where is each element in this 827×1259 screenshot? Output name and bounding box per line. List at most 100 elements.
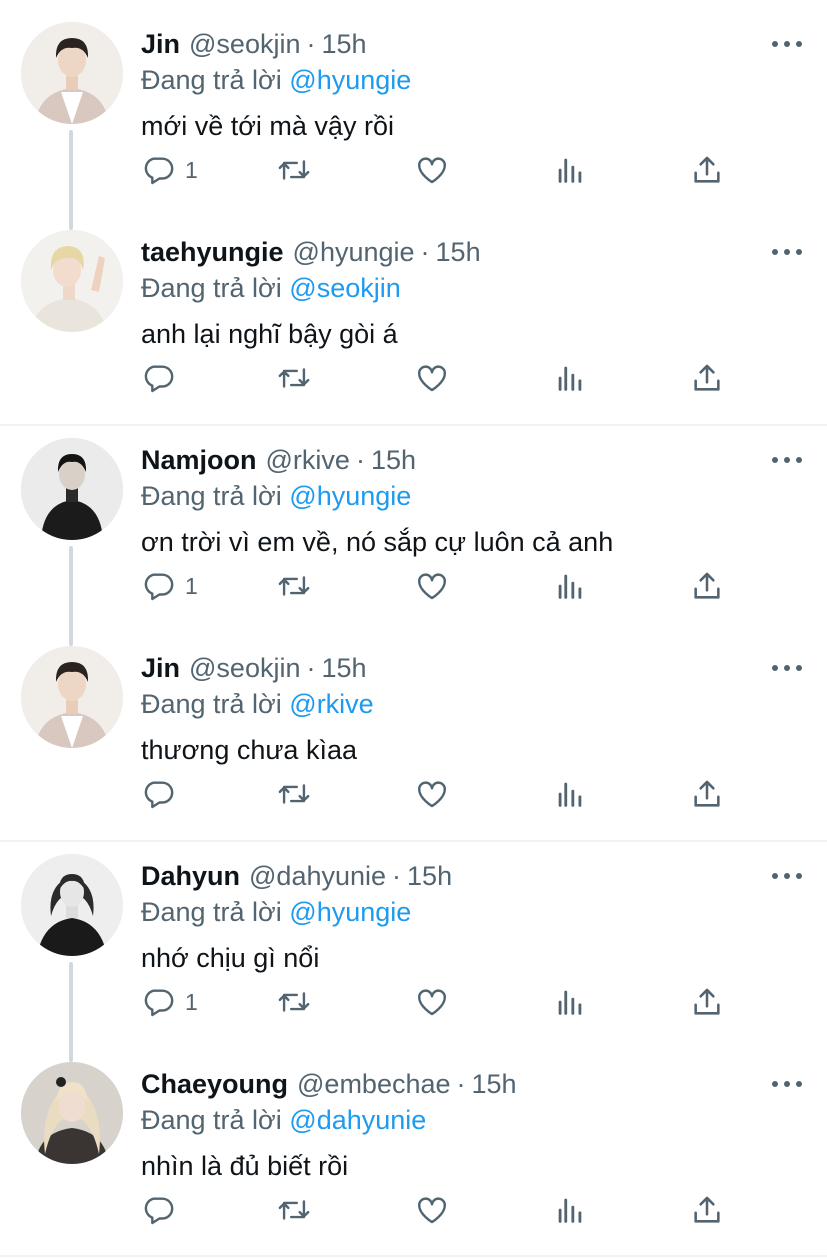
display-name[interactable]: Jin — [141, 29, 180, 59]
separator-dot: · — [306, 653, 316, 683]
timestamp[interactable]: 15h — [436, 237, 481, 267]
timestamp[interactable]: 15h — [371, 445, 416, 475]
display-name[interactable]: Dahyun — [141, 861, 240, 891]
tweet-actions — [0, 1185, 827, 1235]
timestamp[interactable]: 15h — [407, 861, 452, 891]
tweet[interactable]: Jin @seokjin · 15h Đang trả lời @hyungie mớ… — [0, 0, 827, 230]
mention-link[interactable]: @seokjin — [289, 273, 400, 303]
timestamp[interactable]: 15h — [321, 653, 366, 683]
like-button[interactable] — [415, 353, 449, 403]
separator-dot: · — [306, 29, 316, 59]
reply-button[interactable]: 1 — [141, 145, 198, 195]
analytics-button[interactable] — [553, 145, 587, 195]
share-icon — [694, 1196, 720, 1223]
analytics-button[interactable] — [553, 561, 587, 611]
tweet-text: mới về tới mà vậy rồi — [141, 111, 394, 141]
user-handle[interactable]: @hyungie — [293, 237, 415, 267]
like-button[interactable] — [415, 145, 449, 195]
mention-link[interactable]: @rkive — [289, 689, 373, 719]
tweet[interactable]: Chaeyoung @embechae · 15h Đang trả lời @dah… — [0, 1040, 827, 1248]
retweet-button[interactable] — [277, 769, 311, 819]
bar-chart-icon — [558, 574, 582, 599]
more-options-icon[interactable] — [772, 34, 802, 54]
like-button[interactable] — [415, 769, 449, 819]
replying-to-label: Đang trả lời — [141, 897, 282, 927]
tweet[interactable]: Dahyun @dahyunie · 15h Đang trả lời @hyungi… — [0, 832, 827, 1062]
share-icon — [694, 780, 720, 807]
retweet-button[interactable] — [277, 145, 311, 195]
display-name[interactable]: Chaeyoung — [141, 1069, 288, 1099]
tweet-header: Namjoon @rkive · 15h — [141, 442, 416, 478]
bar-chart-icon — [558, 158, 582, 183]
more-options-icon[interactable] — [772, 866, 802, 886]
user-handle[interactable]: @rkive — [266, 445, 350, 475]
display-name[interactable]: Jin — [141, 653, 180, 683]
heart-icon — [418, 157, 446, 184]
reply-icon — [144, 573, 174, 601]
reply-button[interactable]: 1 — [141, 977, 198, 1027]
mention-link[interactable]: @hyungie — [289, 65, 411, 95]
share-button[interactable] — [690, 145, 724, 195]
display-name[interactable]: Namjoon — [141, 445, 257, 475]
more-options-icon[interactable] — [772, 658, 802, 678]
tweet-actions: 1 — [0, 145, 827, 195]
user-handle[interactable]: @embechae — [297, 1069, 451, 1099]
reply-button[interactable] — [141, 1185, 185, 1235]
replying-to: Đang trả lời @hyungie — [141, 62, 411, 98]
more-options-icon[interactable] — [772, 242, 802, 262]
analytics-button[interactable] — [553, 353, 587, 403]
tweet-header: Jin @seokjin · 15h — [141, 26, 367, 62]
heart-icon — [418, 573, 446, 600]
display-name[interactable]: taehyungie — [141, 237, 284, 267]
like-button[interactable] — [415, 977, 449, 1027]
separator-dot: · — [420, 237, 430, 267]
timestamp[interactable]: 15h — [321, 29, 366, 59]
retweet-icon — [278, 992, 310, 1012]
namjoon-avatar[interactable] — [21, 438, 123, 540]
tweet-text: nhìn là đủ biết rồi — [141, 1151, 349, 1181]
more-options-icon[interactable] — [772, 450, 802, 470]
reply-thread-feed: Jin @seokjin · 15h Đang trả lời @hyungie mớ… — [0, 0, 827, 1259]
share-button[interactable] — [690, 1185, 724, 1235]
tweet[interactable]: Jin @seokjin · 15h Đang trả lời @rkive thươ… — [0, 624, 827, 832]
retweet-button[interactable] — [277, 1185, 311, 1235]
reply-button[interactable] — [141, 353, 185, 403]
user-handle[interactable]: @seokjin — [189, 653, 300, 683]
chaeyoung-avatar[interactable] — [21, 1062, 123, 1164]
thread-divider — [0, 1255, 827, 1257]
tweet-text: nhớ chịu gì nổi — [141, 943, 320, 973]
user-handle[interactable]: @dahyunie — [249, 861, 386, 891]
share-button[interactable] — [690, 561, 724, 611]
mention-link[interactable]: @hyungie — [289, 897, 411, 927]
jin-avatar[interactable] — [21, 22, 123, 124]
reply-button[interactable] — [141, 769, 185, 819]
more-options-icon[interactable] — [772, 1074, 802, 1094]
share-button[interactable] — [690, 769, 724, 819]
user-handle[interactable]: @seokjin — [189, 29, 300, 59]
replying-to-label: Đang trả lời — [141, 689, 282, 719]
share-button[interactable] — [690, 353, 724, 403]
timestamp[interactable]: 15h — [472, 1069, 517, 1099]
separator-dot: · — [392, 861, 402, 891]
mention-link[interactable]: @hyungie — [289, 481, 411, 511]
bar-chart-icon — [558, 366, 582, 391]
reply-button[interactable]: 1 — [141, 561, 198, 611]
retweet-button[interactable] — [277, 561, 311, 611]
jin-avatar[interactable] — [21, 646, 123, 748]
tweet[interactable]: Namjoon @rkive · 15h Đang trả lời @hyungie … — [0, 416, 827, 646]
retweet-button[interactable] — [277, 353, 311, 403]
taehyung-avatar[interactable] — [21, 230, 123, 332]
tweet[interactable]: taehyungie @hyungie · 15h Đang trả lời @seo… — [0, 208, 827, 416]
like-button[interactable] — [415, 561, 449, 611]
heart-icon — [418, 781, 446, 808]
mention-link[interactable]: @dahyunie — [289, 1105, 426, 1135]
retweet-button[interactable] — [277, 977, 311, 1027]
analytics-button[interactable] — [553, 769, 587, 819]
like-button[interactable] — [415, 1185, 449, 1235]
analytics-button[interactable] — [553, 977, 587, 1027]
tweet-text: anh lại nghĩ bậy gòi á — [141, 319, 398, 349]
replying-to-label: Đang trả lời — [141, 65, 282, 95]
dahyun-avatar[interactable] — [21, 854, 123, 956]
analytics-button[interactable] — [553, 1185, 587, 1235]
share-button[interactable] — [690, 977, 724, 1027]
